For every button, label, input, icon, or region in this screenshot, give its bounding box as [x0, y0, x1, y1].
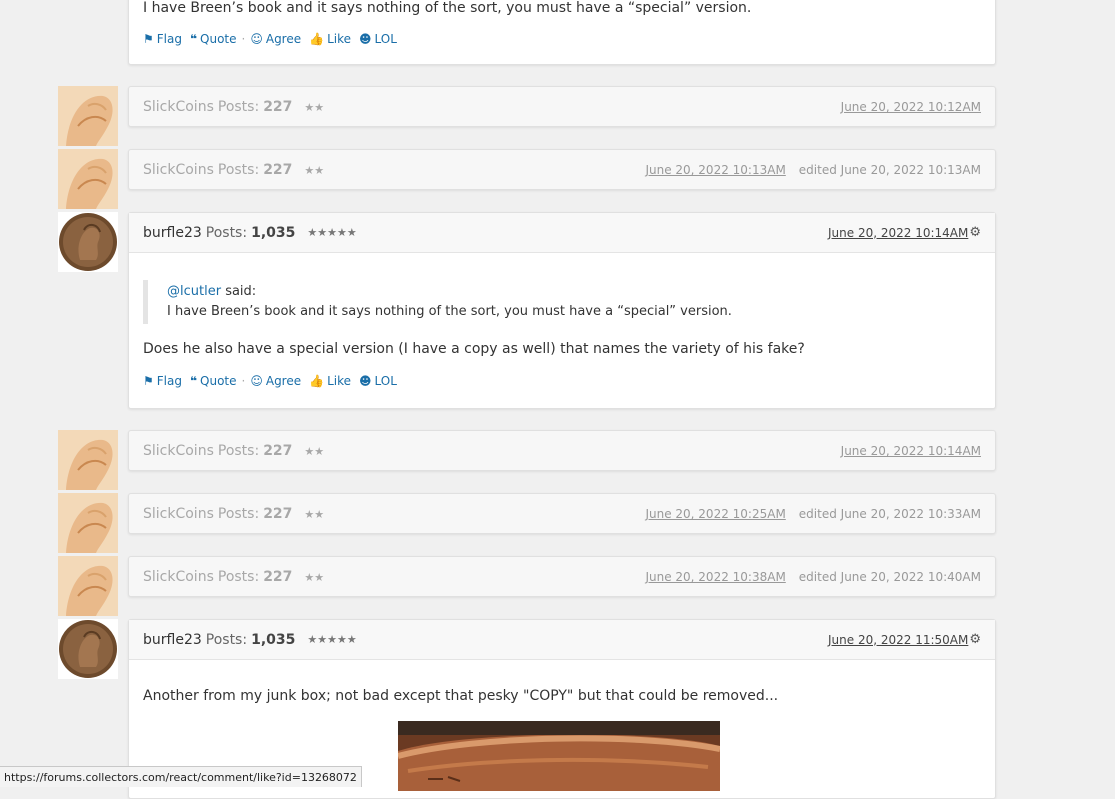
smile-icon: ☺	[250, 32, 263, 46]
post-date-link[interactable]: June 20, 2022 10:25AM	[645, 507, 785, 521]
flag-icon: ⚑	[143, 32, 154, 46]
collapsed-post[interactable]: SlickCoins Posts: 227 ★★ June 20, 2022 1…	[128, 86, 996, 127]
avatar[interactable]	[58, 212, 118, 272]
posts-label: Posts:	[205, 631, 248, 648]
post-count: 1,035	[251, 631, 296, 648]
rank-stars: ★★★★★	[307, 633, 357, 646]
username[interactable]: burfle23	[143, 632, 202, 648]
laugh-icon: ☻	[359, 32, 372, 46]
rank-stars: ★★	[304, 100, 325, 114]
smile-icon: ☺	[250, 374, 263, 388]
lol-button[interactable]: ☻ LOL	[359, 374, 397, 388]
post-date-link[interactable]: June 20, 2022 11:50AM	[828, 633, 968, 647]
username[interactable]: SlickCoins	[143, 99, 214, 115]
username[interactable]: SlickCoins	[143, 506, 214, 522]
thumbs-up-icon: 👍	[309, 374, 325, 388]
post-text: Does he also have a special version (I h…	[143, 341, 805, 357]
edited-note: edited June 20, 2022 10:33AM	[798, 507, 981, 521]
lol-button[interactable]: ☻ LOL	[359, 32, 397, 46]
post-count: 227	[263, 162, 293, 178]
rank-stars: ★★	[304, 507, 325, 521]
posts-label: Posts:	[217, 443, 260, 459]
collapsed-post[interactable]: SlickCoins Posts: 227 ★★ June 20, 2022 1…	[128, 149, 996, 190]
username[interactable]: SlickCoins	[143, 162, 214, 178]
rank-stars: ★★	[304, 163, 325, 177]
like-button[interactable]: 👍 Like	[309, 374, 351, 388]
post-text: Another from my junk box; not bad except…	[143, 688, 779, 704]
posts-label: Posts:	[217, 506, 260, 522]
avatar[interactable]	[58, 86, 118, 146]
collapsed-post[interactable]: SlickCoins Posts: 227 ★★ June 20, 2022 1…	[128, 430, 996, 471]
gear-icon[interactable]: ⚙	[969, 632, 981, 647]
edited-note: edited June 20, 2022 10:40AM	[798, 570, 981, 584]
post-actions: ⚑ Flag ❝ Quote · ☺ Agree 👍 Like ☻ LOL	[143, 32, 397, 46]
post-actions: ⚑ Flag ❝ Quote · ☺ Agree 👍 Like ☻ LOL	[143, 374, 397, 388]
like-button[interactable]: 👍 Like	[309, 32, 351, 46]
post-date-link[interactable]: June 20, 2022 10:14AM	[841, 444, 981, 458]
post-count: 227	[263, 99, 293, 115]
collapsed-post[interactable]: SlickCoins Posts: 227 ★★ June 20, 2022 1…	[128, 493, 996, 534]
gear-icon[interactable]: ⚙	[969, 225, 981, 240]
laugh-icon: ☻	[359, 374, 372, 388]
post-card-top: I have Breen’s book and it says nothing …	[128, 0, 996, 65]
status-bar-url: https://forums.collectors.com/react/comm…	[0, 766, 362, 787]
quote-icon: ❝	[189, 32, 198, 46]
post-text: I have Breen’s book and it says nothing …	[143, 0, 752, 16]
avatar[interactable]	[58, 430, 118, 490]
blockquote: @lcutler said: I have Breen’s book and i…	[143, 280, 981, 324]
agree-button[interactable]: ☺ Agree	[250, 374, 301, 388]
username[interactable]: SlickCoins	[143, 443, 214, 459]
post-count: 227	[263, 569, 293, 585]
post-card: burfle23 Posts: 1,035 ★★★★★ June 20, 202…	[128, 212, 996, 409]
user-mention-link[interactable]: @lcutler	[167, 284, 221, 299]
post-date-link[interactable]: June 20, 2022 10:14AM	[828, 226, 968, 240]
post-date-link[interactable]: June 20, 2022 10:13AM	[645, 163, 785, 177]
quote-button[interactable]: ❝ Quote	[190, 374, 237, 388]
rank-stars: ★★	[304, 570, 325, 584]
rank-stars: ★★★★★	[307, 226, 357, 239]
post-count: 1,035	[251, 224, 296, 241]
post-date-link[interactable]: June 20, 2022 10:38AM	[645, 570, 785, 584]
flag-button[interactable]: ⚑ Flag	[143, 374, 182, 388]
avatar[interactable]	[58, 619, 118, 679]
edited-note: edited June 20, 2022 10:13AM	[798, 163, 981, 177]
post-count: 227	[263, 443, 293, 459]
posts-label: Posts:	[217, 99, 260, 115]
avatar[interactable]	[58, 149, 118, 209]
collapsed-post[interactable]: SlickCoins Posts: 227 ★★ June 20, 2022 1…	[128, 556, 996, 597]
quote-text: I have Breen’s book and it says nothing …	[167, 304, 732, 319]
quote-icon: ❝	[189, 374, 198, 388]
flag-button[interactable]: ⚑ Flag	[143, 32, 182, 46]
post-date-link[interactable]: June 20, 2022 10:12AM	[841, 100, 981, 114]
avatar[interactable]	[58, 556, 118, 616]
agree-button[interactable]: ☺ Agree	[250, 32, 301, 46]
avatar[interactable]	[58, 493, 118, 553]
quote-button[interactable]: ❝ Quote	[190, 32, 237, 46]
coin-photo[interactable]	[398, 721, 720, 791]
posts-label: Posts:	[217, 162, 260, 178]
post-count: 227	[263, 506, 293, 522]
username[interactable]: SlickCoins	[143, 569, 214, 585]
posts-label: Posts:	[217, 569, 260, 585]
rank-stars: ★★	[304, 444, 325, 458]
thumbs-up-icon: 👍	[309, 32, 325, 46]
username[interactable]: burfle23	[143, 225, 202, 241]
posts-label: Posts:	[205, 224, 248, 241]
flag-icon: ⚑	[143, 374, 154, 388]
